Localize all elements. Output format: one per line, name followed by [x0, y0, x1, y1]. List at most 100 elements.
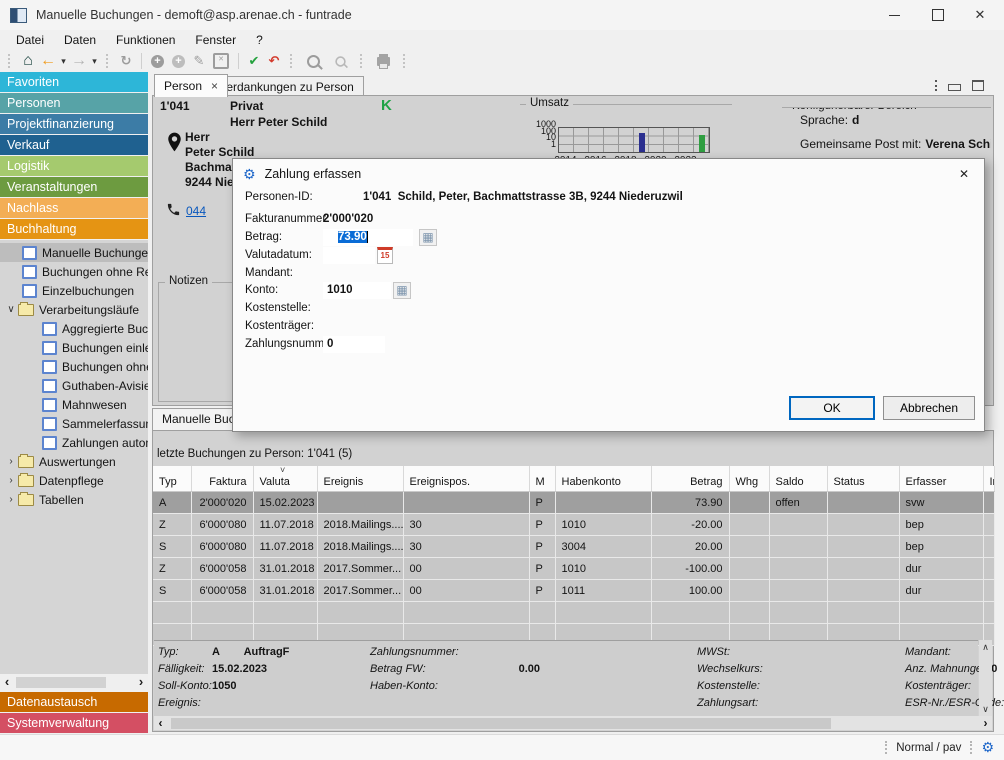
tree-item-aggregierte-buchun[interactable]: Aggregierte Buchun: [0, 319, 148, 338]
scroll-left-icon[interactable]: ‹: [0, 674, 14, 690]
scrollbar-thumb[interactable]: [171, 718, 831, 729]
column-header-erfasser[interactable]: Erfasser: [899, 466, 983, 492]
bookings-hscrollbar[interactable]: ‹ ›: [154, 716, 992, 730]
tree-item-verarbeitungsläufe[interactable]: ∨Verarbeitungsläufe: [0, 300, 148, 319]
sidebar-section-logistik[interactable]: Logistik: [0, 156, 148, 176]
search-secondary-icon[interactable]: [335, 56, 345, 66]
booking-row-1[interactable]: Z6'000'08011.07.20182018.Mailings....30P…: [153, 514, 994, 536]
expand-icon[interactable]: ›: [4, 494, 18, 505]
scroll-up-icon[interactable]: ∧: [982, 642, 989, 653]
scrollbar-thumb[interactable]: [16, 677, 106, 688]
menu-fenster[interactable]: Fenster: [185, 31, 246, 49]
booking-row-2[interactable]: S6'000'08011.07.20182018.Mailings....30P…: [153, 536, 994, 558]
scroll-right-icon[interactable]: ›: [134, 674, 148, 690]
minimize-button[interactable]: [872, 0, 916, 30]
sidebar-hscrollbar[interactable]: ‹ ›: [0, 674, 148, 690]
print-icon[interactable]: [377, 57, 390, 66]
field-fakturanummer: Fakturanummer:2'000'020: [245, 211, 972, 229]
tree-item-auswertungen[interactable]: ›Auswertungen: [0, 452, 148, 471]
menu-daten[interactable]: Daten: [54, 31, 106, 49]
booking-row-4[interactable]: S6'000'05831.01.20182017.Sommer...00P101…: [153, 580, 994, 602]
sidebar-section-verkauf[interactable]: Verkauf: [0, 135, 148, 155]
cell: [827, 514, 899, 536]
sidebar-section-systemverwaltung[interactable]: Systemverwaltung: [0, 713, 148, 733]
tree-item-zahlungen-automat[interactable]: Zahlungen automat: [0, 433, 148, 452]
tree-item-einzelbuchungen[interactable]: Einzelbuchungen: [0, 281, 148, 300]
konto-input[interactable]: 1010: [323, 282, 391, 299]
tab-person[interactable]: Person ×: [154, 74, 228, 97]
tab-verdankungen-zu-person[interactable]: Verdankungen zu Person: [209, 76, 364, 97]
ok-button[interactable]: OK: [789, 396, 875, 420]
menu-funktionen[interactable]: Funktionen: [106, 31, 185, 49]
panel-options-dots-icon[interactable]: [935, 80, 937, 91]
column-header-info[interactable]: Info: [983, 466, 994, 492]
delete-icon[interactable]: ✕: [213, 53, 229, 69]
menu-datei[interactable]: Datei: [6, 31, 54, 49]
close-button[interactable]: ✕: [958, 0, 1002, 30]
sidebar-section-personen[interactable]: Personen: [0, 93, 148, 113]
sidebar-section-favoriten[interactable]: Favoriten: [0, 72, 148, 92]
tree-item-buchungen-ohne-r[interactable]: Buchungen ohne R: [0, 357, 148, 376]
tree-item-buchungen-ohne-refe[interactable]: Buchungen ohne Refe: [0, 262, 148, 281]
booking-row-0[interactable]: A2'000'02015.02.2023P73.90offensvw: [153, 492, 994, 514]
grid-icon[interactable]: ▦: [419, 229, 437, 246]
tree-item-buchungen-einlese[interactable]: Buchungen einlese: [0, 338, 148, 357]
expand-icon[interactable]: ›: [4, 475, 18, 486]
tree-item-manuelle-buchungen[interactable]: Manuelle Buchungen: [0, 243, 148, 262]
column-header-betrag[interactable]: Betrag: [651, 466, 729, 492]
column-header-habenkonto[interactable]: Habenkonto: [555, 466, 651, 492]
column-header-valuta[interactable]: Valuta˅: [253, 466, 317, 492]
tree-item-datenpflege[interactable]: ›Datenpflege: [0, 471, 148, 490]
phone-link[interactable]: 044: [186, 204, 206, 218]
menu-[interactable]: ?: [246, 31, 273, 49]
tab-close-icon[interactable]: ×: [211, 79, 218, 93]
calendar-icon[interactable]: 15: [377, 247, 393, 264]
sidebar-section-datenaustausch[interactable]: Datenaustausch: [0, 692, 148, 712]
detail-vscrollbar[interactable]: ∧ ∨: [979, 640, 992, 717]
expand-icon[interactable]: ›: [4, 456, 18, 467]
maximize-button[interactable]: [916, 0, 960, 30]
refresh-icon[interactable]: ↻: [116, 51, 136, 71]
scroll-down-icon[interactable]: ∨: [982, 704, 989, 715]
panel-maximize-icon[interactable]: [972, 80, 984, 91]
betrag-input[interactable]: 73.90: [323, 229, 413, 246]
panel-minimize-icon[interactable]: [948, 84, 961, 91]
edit-icon[interactable]: ✎: [189, 51, 209, 71]
nav-back-icon[interactable]: ←: [38, 51, 58, 71]
sidebar-section-buchhaltung[interactable]: Buchhaltung: [0, 219, 148, 239]
column-header-whg[interactable]: Whg: [729, 466, 769, 492]
tree-item-mahnwesen[interactable]: Mahnwesen: [0, 395, 148, 414]
valutadatum-input[interactable]: [323, 247, 375, 264]
settings-gear-icon[interactable]: ⚙: [981, 739, 994, 756]
zahlungsnummer-input[interactable]: 0: [323, 336, 385, 353]
tree-item-guthaben-avisierun[interactable]: Guthaben-Avisierun: [0, 376, 148, 395]
booking-row-3[interactable]: Z6'000'05831.01.20182017.Sommer...00P101…: [153, 558, 994, 580]
confirm-icon[interactable]: ✔: [244, 51, 264, 71]
column-header-m[interactable]: M: [529, 466, 555, 492]
column-header-status[interactable]: Status: [827, 466, 899, 492]
column-header-faktura[interactable]: Faktura: [191, 466, 253, 492]
search-icon[interactable]: [307, 55, 320, 68]
scroll-left-icon[interactable]: ‹: [154, 716, 167, 730]
column-header-typ[interactable]: Typ: [153, 466, 191, 492]
add-icon[interactable]: +: [151, 55, 164, 68]
sidebar-section-projektfinanzierung[interactable]: Projektfinanzierung: [0, 114, 148, 134]
column-header-saldo[interactable]: Saldo: [769, 466, 827, 492]
nav-forward-dropdown-icon[interactable]: ▾: [89, 51, 100, 71]
add-linked-icon[interactable]: +: [172, 55, 185, 68]
sidebar-section-nachlass[interactable]: Nachlass: [0, 198, 148, 218]
nav-forward-icon[interactable]: →: [69, 51, 89, 71]
scroll-right-icon[interactable]: ›: [979, 716, 992, 730]
collapse-icon[interactable]: ∨: [4, 304, 18, 315]
tree-item-sammelerfassung-s[interactable]: Sammelerfassung S: [0, 414, 148, 433]
sidebar-section-veranstaltungen[interactable]: Veranstaltungen: [0, 177, 148, 197]
dialog-close-icon[interactable]: ✕: [944, 159, 984, 189]
cancel-button[interactable]: Abbrechen: [883, 396, 975, 420]
undo-icon[interactable]: ↶: [264, 51, 284, 71]
grid-icon[interactable]: ▦: [393, 282, 411, 299]
nav-back-dropdown-icon[interactable]: ▾: [58, 51, 69, 71]
column-header-ereignispos[interactable]: Ereignispos.: [403, 466, 529, 492]
home-icon[interactable]: ⌂: [18, 51, 38, 71]
column-header-ereignis[interactable]: Ereignis: [317, 466, 403, 492]
tree-item-tabellen[interactable]: ›Tabellen: [0, 490, 148, 509]
